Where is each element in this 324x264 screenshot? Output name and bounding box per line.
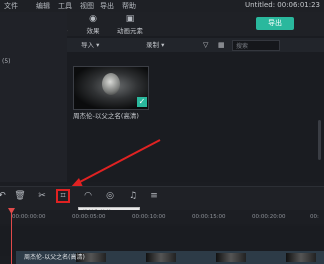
edit-toolbar <box>0 186 324 211</box>
audio-icon[interactable]: ♫ <box>127 190 139 202</box>
delete-icon[interactable]: 🗑 <box>14 190 26 202</box>
timeline-clip-label: 周杰伦-以父之名(高清) <box>24 254 85 261</box>
timeline-tick: 00:00:15:00 <box>192 214 226 220</box>
timeline-tick: 00:00:10:00 <box>132 214 166 220</box>
timeline-tick: 00:00:20:00 <box>252 214 286 220</box>
color-icon[interactable]: ◎ <box>104 190 116 202</box>
timeline-tick: 00:00:05:00 <box>72 214 106 220</box>
speed-icon[interactable]: ◠ <box>82 190 94 202</box>
clip-thumbnail <box>146 253 176 262</box>
timeline-tick: 00: <box>310 214 319 220</box>
split-icon[interactable]: ≡ <box>148 190 160 202</box>
crop-icon[interactable]: ⌗ <box>57 190 69 202</box>
clip-thumbnail <box>216 253 246 262</box>
timeline-tick: 00:00:00:00 <box>12 214 46 220</box>
clip-thumbnail <box>286 253 316 262</box>
undo-icon[interactable]: ↶ <box>0 190 8 202</box>
cut-icon[interactable]: ✂ <box>36 190 48 202</box>
playhead[interactable] <box>11 208 12 264</box>
annotation-arrow <box>70 139 161 188</box>
